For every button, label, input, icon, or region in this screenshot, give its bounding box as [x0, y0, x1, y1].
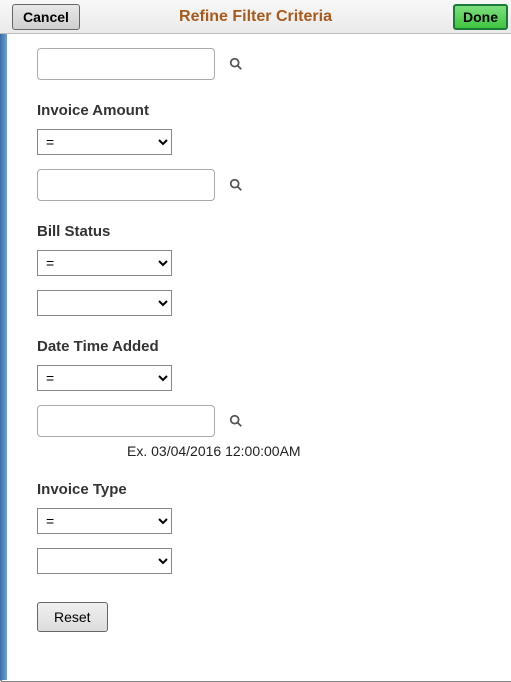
- search-icon[interactable]: [229, 56, 243, 72]
- prior-field-lookup-row: [37, 48, 215, 80]
- bill-status-operator-select[interactable]: =: [37, 250, 172, 276]
- search-icon[interactable]: [229, 413, 243, 429]
- prior-field-input[interactable]: [44, 55, 229, 73]
- bill-status-label: Bill Status: [37, 223, 484, 240]
- invoice-type-label: Invoice Type: [37, 481, 484, 498]
- done-button[interactable]: Done: [453, 4, 508, 30]
- invoice-amount-lookup-row: [37, 169, 215, 201]
- bill-status-value-select[interactable]: [37, 290, 172, 316]
- date-time-added-operator-select[interactable]: =: [37, 365, 172, 391]
- cancel-button[interactable]: Cancel: [12, 4, 80, 30]
- search-icon[interactable]: [229, 177, 243, 193]
- reset-button[interactable]: Reset: [37, 602, 108, 632]
- date-time-added-lookup-row: [37, 405, 215, 437]
- invoice-type-value-select[interactable]: [37, 548, 172, 574]
- dialog-header: Cancel Refine Filter Criteria Done: [0, 0, 511, 34]
- invoice-amount-input[interactable]: [44, 176, 229, 194]
- filter-scroll-area[interactable]: Invoice Amount = Bill Status = Date Time…: [7, 34, 504, 680]
- invoice-type-operator-select[interactable]: =: [37, 508, 172, 534]
- date-time-added-input[interactable]: [44, 412, 229, 430]
- invoice-amount-label: Invoice Amount: [37, 102, 484, 119]
- invoice-amount-operator-select[interactable]: =: [37, 129, 172, 155]
- left-rail: [0, 34, 7, 680]
- date-time-added-example-text: Ex. 03/04/2016 12:00:00AM: [127, 443, 484, 459]
- date-time-added-label: Date Time Added: [37, 338, 484, 355]
